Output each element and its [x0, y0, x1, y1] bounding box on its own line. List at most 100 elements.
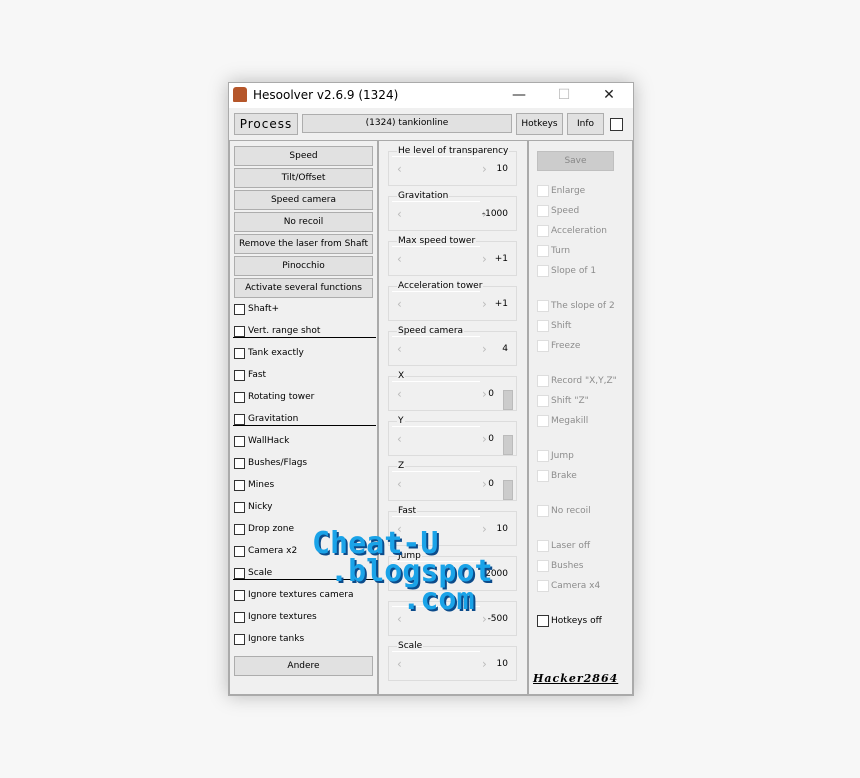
- checkbox-shaft[interactable]: [234, 304, 245, 315]
- hotkeys-button[interactable]: Hotkeys: [516, 113, 563, 135]
- button-pinocchio[interactable]: Pinocchio: [234, 256, 373, 276]
- slider-track[interactable]: [392, 381, 480, 382]
- slider-group-x: X ‹ › 0: [388, 371, 517, 411]
- checkbox-label: Shaft+: [248, 304, 280, 314]
- checkbox-vert-range-shot[interactable]: [234, 326, 245, 337]
- checkbox-mines[interactable]: [234, 480, 245, 491]
- chevron-left-icon[interactable]: ‹: [397, 162, 402, 176]
- checkbox-label: Fast: [248, 370, 267, 380]
- checkbox-camera-x2[interactable]: [234, 546, 245, 557]
- checkbox-laser-off[interactable]: [537, 540, 549, 552]
- checkbox-no-recoil[interactable]: [537, 505, 549, 517]
- checkbox-label: Jump: [551, 451, 574, 461]
- save-button[interactable]: Save: [537, 151, 614, 171]
- checkbox-drop-zone[interactable]: [234, 524, 245, 535]
- slider-track[interactable]: [392, 291, 480, 292]
- slider-value: -1000: [481, 209, 508, 219]
- slider-group-scale: Scale ‹ › 10: [388, 641, 517, 681]
- button-remove-the-laser-from-shaft[interactable]: Remove the laser from Shaft: [234, 234, 373, 254]
- chevron-right-icon[interactable]: ›: [482, 477, 487, 491]
- button-activate-several-functions[interactable]: Activate several functions: [234, 278, 373, 298]
- checkbox-turn[interactable]: [537, 245, 549, 257]
- slider-track[interactable]: [392, 516, 480, 517]
- checkbox-speed[interactable]: [537, 205, 549, 217]
- checkbox-slope-of-1[interactable]: [537, 265, 549, 277]
- andere-button[interactable]: Andere: [234, 656, 373, 676]
- checkbox-label: Shift "Z": [551, 396, 589, 406]
- checkbox-label: Freeze: [551, 341, 581, 351]
- chevron-right-icon[interactable]: ›: [482, 342, 487, 356]
- chevron-left-icon[interactable]: ‹: [397, 252, 402, 266]
- chevron-right-icon[interactable]: ›: [482, 612, 487, 626]
- checkbox-label: Nicky: [248, 502, 273, 512]
- topmost-checkbox[interactable]: [610, 118, 623, 131]
- scroll-handle[interactable]: [503, 480, 513, 500]
- chevron-right-icon[interactable]: ›: [482, 252, 487, 266]
- scroll-handle[interactable]: [503, 390, 513, 410]
- checkbox-megakill[interactable]: [537, 415, 549, 427]
- checkbox-fast[interactable]: [234, 370, 245, 381]
- checkbox-nicky[interactable]: [234, 502, 245, 513]
- chevron-left-icon[interactable]: ‹: [397, 387, 402, 401]
- chevron-right-icon[interactable]: ›: [482, 387, 487, 401]
- chevron-left-icon[interactable]: ‹: [397, 207, 402, 221]
- checkbox-wallhack[interactable]: [234, 436, 245, 447]
- slider-track[interactable]: [392, 651, 480, 652]
- maximize-button[interactable]: ☐: [544, 85, 584, 105]
- checkbox-tank-exactly[interactable]: [234, 348, 245, 359]
- checkbox-brake[interactable]: [537, 470, 549, 482]
- checkbox-label: Enlarge: [551, 186, 586, 196]
- minimize-button[interactable]: —: [499, 85, 539, 105]
- chevron-left-icon[interactable]: ‹: [397, 477, 402, 491]
- checkbox-gravitation[interactable]: [234, 414, 245, 425]
- slider-track[interactable]: [392, 201, 480, 202]
- checkbox-ignore-tanks[interactable]: [234, 634, 245, 645]
- button-speed[interactable]: Speed: [234, 146, 373, 166]
- slider-track[interactable]: [392, 336, 480, 337]
- slider-track[interactable]: [392, 471, 480, 472]
- checkbox-enlarge[interactable]: [537, 185, 549, 197]
- checkbox-freeze[interactable]: [537, 340, 549, 352]
- chevron-left-icon[interactable]: ‹: [397, 432, 402, 446]
- chevron-right-icon[interactable]: ›: [482, 162, 487, 176]
- button-tilt-offset[interactable]: Tilt/Offset: [234, 168, 373, 188]
- checkbox-shift[interactable]: [537, 320, 549, 332]
- slider-track[interactable]: [392, 246, 480, 247]
- chevron-right-icon[interactable]: ›: [482, 657, 487, 671]
- chevron-right-icon[interactable]: ›: [482, 297, 487, 311]
- checkbox-label: Ignore textures: [248, 612, 317, 622]
- chevron-left-icon[interactable]: ‹: [397, 657, 402, 671]
- chevron-left-icon[interactable]: ‹: [397, 342, 402, 356]
- checkbox-bushes-flags[interactable]: [234, 458, 245, 469]
- chevron-right-icon[interactable]: ›: [482, 432, 487, 446]
- checkbox-ignore-textures-camera[interactable]: [234, 590, 245, 601]
- chevron-left-icon[interactable]: ‹: [397, 297, 402, 311]
- info-button[interactable]: Info: [567, 113, 604, 135]
- checkbox-label: Slope of 1: [551, 266, 597, 276]
- slider-value: 4: [502, 344, 508, 354]
- slider-group-gravitation: Gravitation ‹ › -1000: [388, 191, 517, 231]
- checkbox-rotating-tower[interactable]: [234, 392, 245, 403]
- slider-track[interactable]: [392, 426, 480, 427]
- button-speed-camera[interactable]: Speed camera: [234, 190, 373, 210]
- checkbox-record-x-y-z[interactable]: [537, 375, 549, 387]
- checkbox-shift-z[interactable]: [537, 395, 549, 407]
- checkbox-jump[interactable]: [537, 450, 549, 462]
- checkbox-label: Turn: [551, 246, 571, 256]
- slider-group-acceleration-tower: Acceleration tower ‹ › +1: [388, 281, 517, 321]
- checkbox-acceleration[interactable]: [537, 225, 549, 237]
- close-button[interactable]: ✕: [589, 85, 629, 105]
- checkbox-camera-x4[interactable]: [537, 580, 549, 592]
- checkbox-scale[interactable]: [234, 568, 245, 579]
- checkbox-the-slope-of-2[interactable]: [537, 300, 549, 312]
- slider-track[interactable]: [392, 156, 480, 157]
- checkbox-bushes[interactable]: [537, 560, 549, 572]
- process-select-button[interactable]: (1324) tankionline: [302, 114, 512, 133]
- slider-group-label: Z: [397, 461, 406, 471]
- scroll-handle[interactable]: [503, 435, 513, 455]
- button-no-recoil[interactable]: No recoil: [234, 212, 373, 232]
- checkbox-hotkeys-off[interactable]: [537, 615, 549, 627]
- checkbox-ignore-textures[interactable]: [234, 612, 245, 623]
- checkbox-label: The slope of 2: [551, 301, 615, 311]
- process-button[interactable]: Process: [234, 113, 298, 135]
